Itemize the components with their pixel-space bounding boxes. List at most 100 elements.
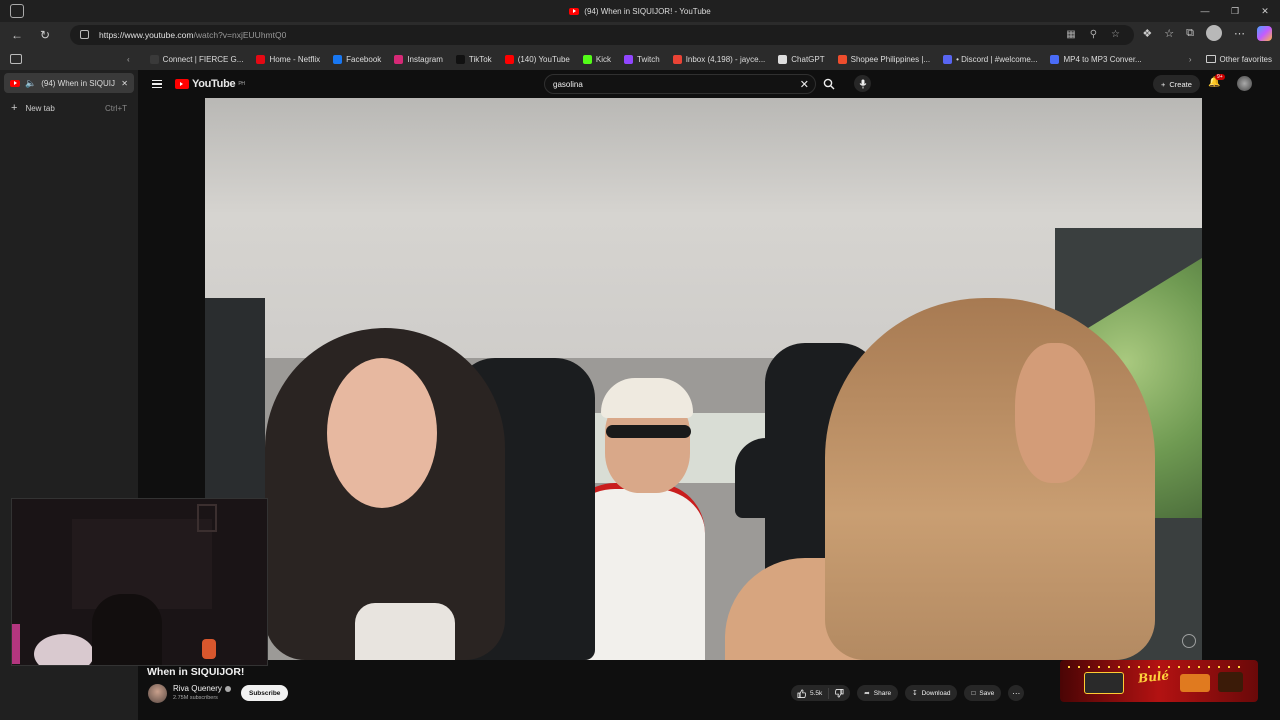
thumbs-up-icon xyxy=(797,688,806,698)
apps-icon[interactable]: ▦ xyxy=(1066,29,1075,40)
favorite-link[interactable]: Facebook xyxy=(333,54,382,64)
microphone-icon xyxy=(859,79,866,88)
youtube-logo-icon xyxy=(175,79,189,89)
favorite-link[interactable]: Kick xyxy=(582,54,611,64)
back-icon[interactable]: ← xyxy=(6,24,28,46)
window-titlebar: (94) When in SIQUIJOR! - YouTube — ❐ ✕ xyxy=(0,0,1280,22)
search-button[interactable] xyxy=(820,74,837,94)
cam-wall-frame xyxy=(197,504,217,532)
create-button[interactable]: + Create xyxy=(1153,75,1200,93)
favorite-link[interactable]: Inbox (4,198) - jayce... xyxy=(672,54,766,64)
like-button[interactable]: 5.5k xyxy=(791,687,830,699)
passenger-cap xyxy=(601,378,693,418)
create-label: Create xyxy=(1169,79,1192,89)
clear-search-icon[interactable]: ✕ xyxy=(800,78,809,91)
youtube-favicon-icon xyxy=(10,79,20,87)
download-label: Download xyxy=(921,689,951,697)
favorite-label: Twitch xyxy=(637,54,660,64)
favorite-link[interactable]: Connect | FIERCE G... xyxy=(149,54,243,64)
copilot-icon[interactable] xyxy=(1257,25,1272,41)
subscribe-button[interactable]: Subscribe xyxy=(241,685,289,701)
speaker-icon[interactable]: 🔈 xyxy=(25,78,36,89)
share-label: Share xyxy=(873,689,892,697)
address-bar[interactable]: https://www.youtube.com/watch?v=nxjEUUhm… xyxy=(70,25,1134,45)
favorite-label: Facebook xyxy=(346,54,382,64)
youtube-logo[interactable]: YouTube PH xyxy=(175,78,245,90)
favorite-link[interactable]: (140) YouTube xyxy=(504,54,570,64)
tab-youtube[interactable]: 🔈 (94) When in SIQUIJ ✕ xyxy=(4,73,134,93)
tab-close-icon[interactable]: ✕ xyxy=(121,79,128,88)
address-toolbar: ← ↻ https://www.youtube.com/watch?v=nxjE… xyxy=(0,22,1280,48)
new-tab-button[interactable]: + New tab Ctrl+T xyxy=(0,96,138,120)
favorite-label: ChatGPT xyxy=(791,54,825,64)
save-label: Save xyxy=(979,689,995,697)
favorite-link[interactable]: TikTok xyxy=(455,54,492,64)
woman-left-shirt xyxy=(355,603,455,660)
favorite-link[interactable]: Shopee Philippines |... xyxy=(837,54,930,64)
favorite-favicon-icon xyxy=(256,54,266,64)
favorite-favicon-icon xyxy=(455,54,465,64)
channel-name[interactable]: Riva Quenery xyxy=(173,684,231,693)
zoom-icon[interactable]: ⚲ xyxy=(1090,29,1097,40)
new-tab-shortcut: Ctrl+T xyxy=(105,103,127,113)
channel-watermark[interactable] xyxy=(1182,634,1196,648)
workspaces-icon[interactable] xyxy=(10,4,24,18)
collections-icon[interactable]: ⧉ xyxy=(1186,27,1194,40)
close-button[interactable]: ✕ xyxy=(1250,0,1280,22)
favorite-link[interactable]: Twitch xyxy=(624,54,660,64)
more-actions-button[interactable]: ⋯ xyxy=(1008,685,1025,701)
extensions-icon[interactable]: ❖ xyxy=(1142,27,1152,40)
refresh-icon[interactable]: ↻ xyxy=(34,24,56,46)
channel-avatar[interactable] xyxy=(148,684,167,703)
minimize-button[interactable]: — xyxy=(1190,0,1220,22)
vertical-tabs-icon[interactable] xyxy=(10,54,22,64)
lock-icon[interactable] xyxy=(80,30,89,39)
restore-button[interactable]: ❐ xyxy=(1220,0,1250,22)
favorites-icon[interactable]: ☆ xyxy=(1164,27,1174,40)
favorite-favicon-icon xyxy=(837,54,847,64)
favorite-link[interactable]: Home - Netflix xyxy=(256,54,321,64)
woman-left-face xyxy=(327,358,437,508)
favorite-label: Home - Netflix xyxy=(269,54,321,64)
favorite-favicon-icon xyxy=(943,54,953,64)
download-icon: ↧ xyxy=(912,690,918,697)
favorite-link[interactable]: Instagram xyxy=(394,54,443,64)
folder-icon xyxy=(1205,55,1216,63)
favorite-favicon-icon xyxy=(333,54,343,64)
favorite-link[interactable]: ChatGPT xyxy=(778,54,825,64)
ad-product-image xyxy=(1180,674,1210,692)
profile-avatar[interactable] xyxy=(1206,25,1222,41)
favorites-bar: ‹ Connect | FIERCE G... Home - Netflix Fac… xyxy=(0,48,1280,70)
video-actions: 5.5k ➦ Share ↧ Download □ Save ⋯ xyxy=(791,685,1025,701)
favorites-scroll-right-icon[interactable]: › xyxy=(1189,55,1192,64)
subscriber-count: 2.75M subscribers xyxy=(173,695,218,701)
video-player[interactable] xyxy=(205,98,1202,660)
save-button[interactable]: □ Save xyxy=(964,685,1002,701)
other-favorites[interactable]: Other favorites xyxy=(1205,55,1272,64)
search-input[interactable]: gasolina ✕ xyxy=(544,74,816,94)
logo-text: YouTube xyxy=(192,78,236,90)
favorite-star-icon[interactable]: ☆ xyxy=(1111,29,1120,40)
woman-right-face xyxy=(1015,343,1095,483)
favorite-favicon-icon xyxy=(149,54,159,64)
voice-search-button[interactable] xyxy=(854,75,871,92)
youtube-page: YouTube PH gasolina ✕ + Create 🔔 9+ When… xyxy=(138,70,1280,720)
favorite-label: Inbox (4,198) - jayce... xyxy=(685,54,766,64)
cam-streamer xyxy=(92,594,162,665)
account-avatar[interactable] xyxy=(1237,76,1252,91)
favorite-link[interactable]: MP4 to MP3 Conver... xyxy=(1050,54,1142,64)
search-icon xyxy=(823,78,834,90)
like-dislike-group: 5.5k xyxy=(791,685,851,701)
favorite-label: (140) YouTube xyxy=(517,54,570,64)
favorite-link[interactable]: • Discord | #welcome... xyxy=(943,54,1037,64)
favorite-label: TikTok xyxy=(468,54,492,64)
favorite-favicon-icon xyxy=(624,54,634,64)
download-button[interactable]: ↧ Download xyxy=(905,685,958,701)
favorites-scroll-left-icon[interactable]: ‹ xyxy=(127,55,130,64)
more-menu-icon[interactable]: ⋯ xyxy=(1234,27,1245,40)
share-button[interactable]: ➦ Share xyxy=(857,685,899,701)
menu-icon[interactable] xyxy=(152,80,162,88)
dislike-button[interactable] xyxy=(829,688,850,698)
sponsored-banner[interactable]: Bulé xyxy=(1060,660,1258,702)
video-title: When in SIQUIJOR! xyxy=(147,666,245,678)
